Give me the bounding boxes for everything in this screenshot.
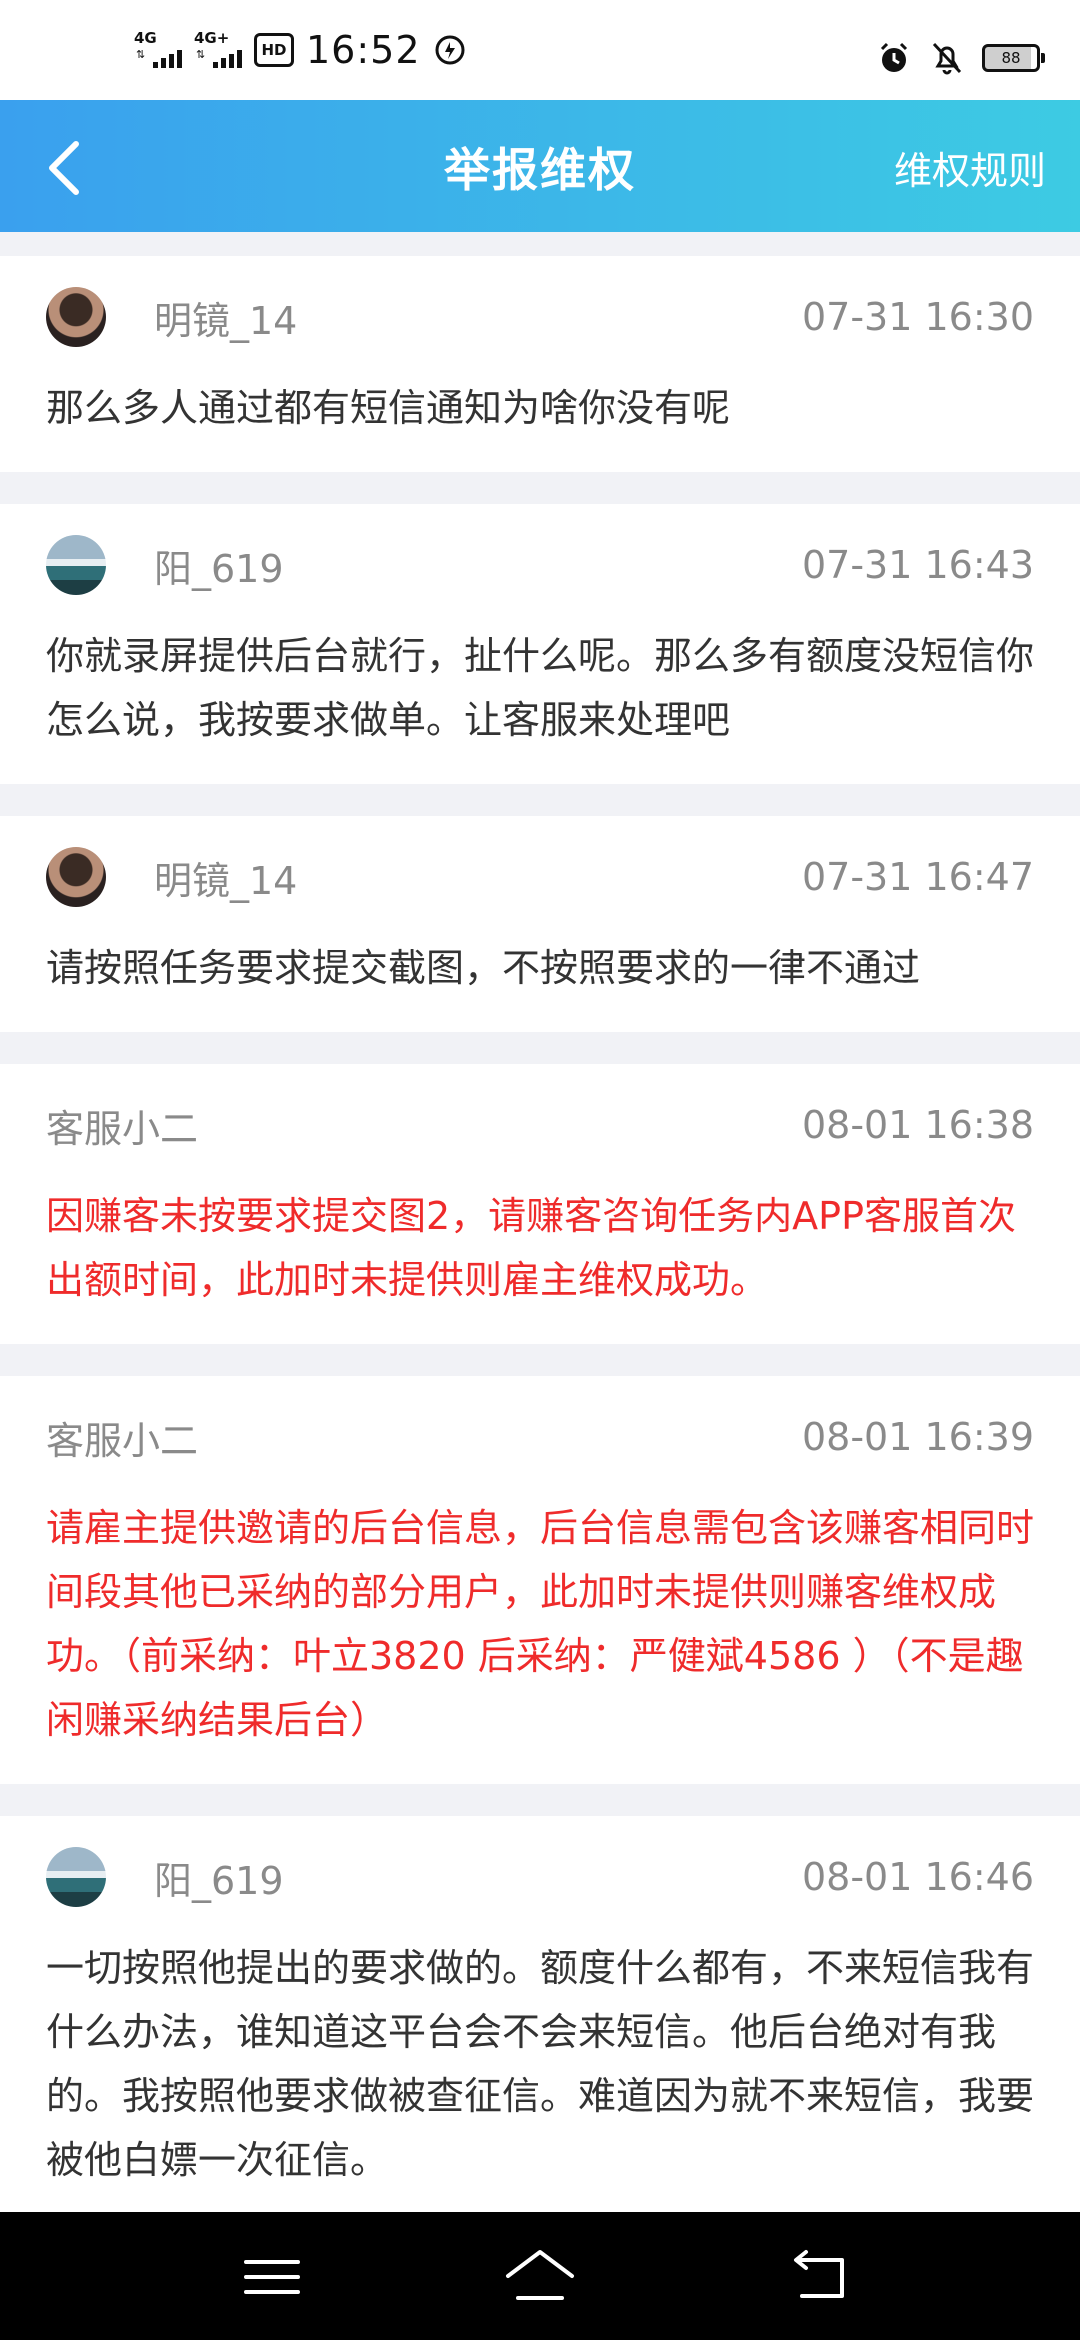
signal-4g-icon: 4G ⇅ xyxy=(134,30,182,70)
avatar xyxy=(46,535,106,595)
status-left: 4G ⇅ 4G+ ⇅ HD 16:52 xyxy=(134,28,467,72)
avatar xyxy=(46,847,106,907)
hd-voice-icon: HD xyxy=(254,33,294,67)
message-card-staff: 客服小二 08-01 16:38 因赚客未按要求提交图2，请赚客咨询任务内APP… xyxy=(0,1064,1080,1344)
battery-level: 88 xyxy=(1001,49,1021,67)
status-bar: 4G ⇅ 4G+ ⇅ HD 16:52 88 xyxy=(0,0,1080,100)
data-arrows-icon: ⇅ xyxy=(136,48,146,61)
message-card-staff: 客服小二 08-01 16:39 请雇主提供邀请的后台信息，后台信息需包含该赚客… xyxy=(0,1376,1080,1784)
message-header: 明镜_14 07-31 16:30 xyxy=(46,282,1034,352)
home-button[interactable] xyxy=(500,2242,580,2312)
signal-4g-plus-icon: 4G+ ⇅ xyxy=(194,30,242,70)
system-nav-bar xyxy=(0,2212,1080,2340)
return-button[interactable] xyxy=(782,2242,862,2312)
network-type-label: 4G xyxy=(134,29,157,47)
message-author: 阳_619 xyxy=(154,546,284,591)
hd-label: HD xyxy=(261,41,287,59)
avatar xyxy=(46,1847,106,1907)
message-header: 客服小二 08-01 16:38 xyxy=(46,1090,1034,1160)
battery-icon: 88 xyxy=(982,44,1045,72)
message-header: 阳_619 07-31 16:43 xyxy=(46,530,1034,600)
data-arrows-icon: ⇅ xyxy=(196,48,206,61)
message-header: 阳_619 08-01 16:46 xyxy=(46,1842,1034,1912)
message-header: 明镜_14 07-31 16:47 xyxy=(46,842,1034,912)
message-author: 明镜_14 xyxy=(154,858,298,903)
message-time: 07-31 16:30 xyxy=(801,295,1034,339)
message-text: 你就录屏提供后台就行，扯什么呢。那么多有额度没短信你怎么说，我按要求做单。让客服… xyxy=(46,634,1035,742)
message-time: 07-31 16:47 xyxy=(801,855,1034,899)
message-text: 一切按照他提出的要求做的。额度什么都有，不来短信我有什么办法，谁知道这平台会不会… xyxy=(46,1946,1035,2182)
message-author: 客服小二 xyxy=(46,1418,199,1463)
menu-button[interactable] xyxy=(232,2242,312,2312)
vpn-icon xyxy=(435,35,465,65)
network-type-label: 4G+ xyxy=(194,29,230,47)
status-right: 88 xyxy=(876,38,1045,78)
home-icon xyxy=(506,2250,574,2300)
message-header: 客服小二 08-01 16:39 xyxy=(46,1402,1034,1472)
message-author: 明镜_14 xyxy=(154,298,298,343)
rules-link[interactable]: 维权规则 xyxy=(894,140,1046,195)
status-time: 16:52 xyxy=(306,28,421,72)
message-time: 07-31 16:43 xyxy=(801,543,1034,587)
message-card: 阳_619 08-01 16:46 一切按照他提出的要求做的。额度什么都有，不来… xyxy=(0,1816,1080,2224)
message-card: 明镜_14 07-31 16:47 请按照任务要求提交截图，不按照要求的一律不通… xyxy=(0,816,1080,1032)
menu-icon xyxy=(244,2260,300,2294)
message-time: 08-01 16:38 xyxy=(801,1103,1034,1147)
return-icon xyxy=(794,2250,844,2298)
message-text: 因赚客未按要求提交图2，请赚客咨询任务内APP客服首次出额时间，此加时未提供则雇… xyxy=(46,1194,1017,1302)
message-author: 阳_619 xyxy=(154,1858,284,1903)
app-header: 举报维权 维权规则 xyxy=(0,100,1080,232)
message-time: 08-01 16:39 xyxy=(801,1415,1034,1459)
message-card: 明镜_14 07-31 16:30 那么多人通过都有短信通知为啥你没有呢 xyxy=(0,256,1080,472)
message-author: 客服小二 xyxy=(46,1106,199,1151)
avatar xyxy=(46,287,106,347)
message-text: 请雇主提供邀请的后台信息，后台信息需包含该赚客相同时间段其他已采纳的部分用户，此… xyxy=(46,1506,1035,1742)
message-card: 阳_619 07-31 16:43 你就录屏提供后台就行，扯什么呢。那么多有额度… xyxy=(0,504,1080,784)
alarm-icon xyxy=(880,42,908,72)
message-text: 那么多人通过都有短信通知为啥你没有呢 xyxy=(46,386,731,430)
message-text: 请按照任务要求提交截图，不按照要求的一律不通过 xyxy=(46,946,921,990)
message-list[interactable]: 明镜_14 07-31 16:30 那么多人通过都有短信通知为啥你没有呢 阳_6… xyxy=(0,232,1080,2232)
message-time: 08-01 16:46 xyxy=(801,1855,1034,1899)
notifications-off-icon xyxy=(932,42,962,75)
